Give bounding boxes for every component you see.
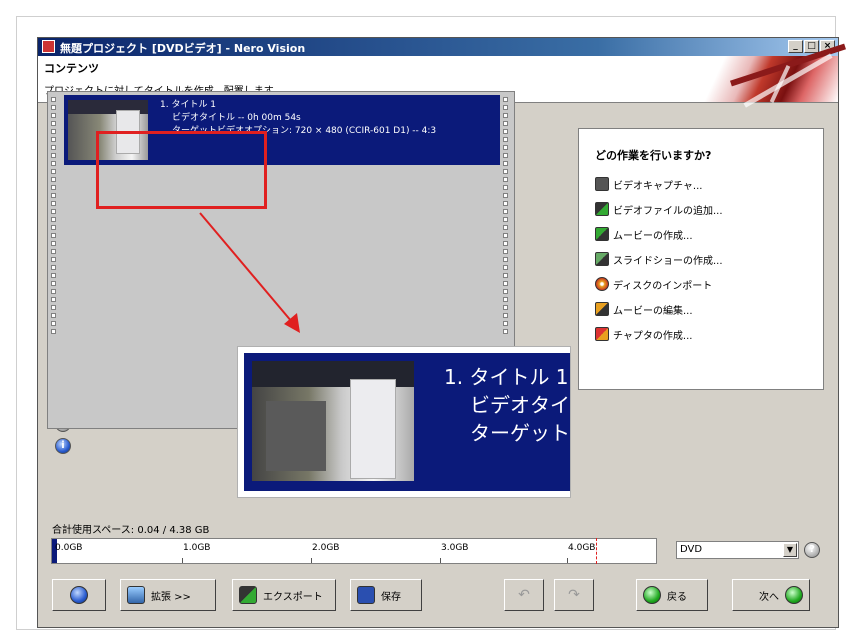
task-label: ディスクのインポート [613,280,713,292]
disk-usage-bar: 0.0GB 1.0GB 2.0GB 3.0GB 4.0GB [51,538,657,564]
task-create-slideshow[interactable]: スライドショーの作成... [595,250,723,268]
back-label: 戻る [667,591,687,603]
back-button[interactable]: 戻る [636,579,708,611]
task-panel-title: どの作業を行いますか? [595,149,712,162]
task-edit-movie[interactable]: ムービーの編集... [595,300,693,318]
task-video-capture[interactable]: ビデオキャプチャ... [595,175,702,193]
add-video-icon [595,202,609,216]
disc-type-value: DVD [680,544,703,555]
camera-icon [595,177,609,191]
task-create-chapters[interactable]: チャプタの作成... [595,325,692,343]
next-button[interactable]: 次へ [732,579,810,611]
export-label: エクスポート [263,591,323,603]
task-create-movie[interactable]: ムービーの作成... [595,225,693,243]
next-arrow-icon [785,586,803,604]
zoomed-title-name: 1. タイトル 1 [444,365,569,389]
chevron-down-icon[interactable]: ▼ [783,543,797,557]
help-button[interactable] [52,579,106,611]
next-label: 次へ [759,591,779,603]
tick-label: 4.0GB [568,543,596,553]
capacity-limit-marker [596,538,597,564]
tick-label: 2.0GB [312,543,340,553]
task-label: スライドショーの作成... [613,255,723,267]
save-button[interactable]: 保存 [350,579,422,611]
disc-help-icon[interactable]: ? [804,542,820,558]
task-panel: どの作業を行いますか? ビデオキャプチャ... ビデオファイルの追加... ムー… [578,128,824,390]
back-arrow-icon [643,586,661,604]
undo-icon: ↶ [518,587,530,603]
slideshow-icon [595,252,609,266]
disk-usage-label: 合計使用スペース: 0.04 / 4.38 GB [52,525,210,536]
floppy-disk-icon [357,586,375,604]
task-label: ムービーの編集... [613,305,693,317]
zoom-callout: 1. タイトル 1 ビデオタイト ターゲットビ [237,346,571,498]
redo-button[interactable]: ↷ [554,579,594,611]
export-icon [239,586,257,604]
disc-type-select[interactable]: DVD ▼ [676,541,799,559]
undo-button[interactable]: ↶ [504,579,544,611]
expand-button[interactable]: 拡張 >> [120,579,216,611]
export-button[interactable]: エクスポート [232,579,336,611]
task-label: ビデオキャプチャ... [613,180,703,192]
task-label: ムービーの作成... [613,230,693,242]
task-label: チャプタの作成... [613,330,693,342]
task-import-disc[interactable]: ディスクのインポート [595,275,712,293]
zoomed-thumbnail [252,361,414,481]
create-movie-icon [595,227,609,241]
redo-icon: ↷ [568,587,580,603]
zoomed-title-duration: ビデオタイト [470,393,570,417]
tick-label: 0.0GB [55,543,83,553]
tick-label: 3.0GB [441,543,469,553]
expand-label: 拡張 >> [151,591,191,603]
monitor-icon [127,586,145,604]
task-label: ビデオファイルの追加... [613,205,723,217]
save-label: 保存 [381,591,401,603]
zoomed-title-text: 1. タイトル 1 ビデオタイト ターゲットビ [444,363,570,447]
edit-movie-icon [595,302,609,316]
help-icon [70,586,88,604]
task-add-video-file[interactable]: ビデオファイルの追加... [595,200,723,218]
tick-label: 1.0GB [183,543,211,553]
zoomed-title-options: ターゲットビ [470,421,570,445]
disc-import-icon [595,277,609,291]
chapter-icon [595,327,609,341]
